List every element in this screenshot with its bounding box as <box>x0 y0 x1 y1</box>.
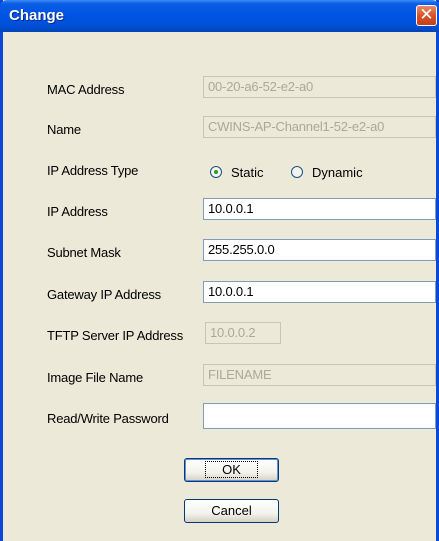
ok-button[interactable]: OK <box>184 458 279 482</box>
read-write-password-input[interactable] <box>203 403 436 429</box>
read-write-password-label: Read/Write Password <box>47 411 169 426</box>
title-bar[interactable]: Change ✕ <box>0 0 439 32</box>
subnet-mask-input[interactable]: 255.255.0.0 <box>203 239 436 261</box>
ip-address-label: IP Address <box>47 204 108 219</box>
gateway-ip-input[interactable]: 10.0.0.1 <box>203 281 436 303</box>
tftp-server-ip-field: 10.0.0.2 <box>205 322 281 344</box>
image-file-name-field: FILENAME <box>203 364 436 386</box>
static-radio-option[interactable]: Static <box>210 164 264 180</box>
change-dialog: Change ✕ MAC Address 00-20-a6-52-e2-a0 N… <box>0 0 439 541</box>
subnet-mask-label: Subnet Mask <box>47 245 121 260</box>
close-icon: ✕ <box>419 5 434 25</box>
dynamic-radio-label[interactable]: Dynamic <box>312 165 363 180</box>
static-radio-label[interactable]: Static <box>231 165 264 180</box>
ok-button-label: OK <box>205 461 258 478</box>
dynamic-radio[interactable] <box>291 166 303 178</box>
mac-address-label: MAC Address <box>47 82 125 97</box>
cancel-button-label: Cancel <box>211 503 252 518</box>
close-button[interactable]: ✕ <box>416 5 437 26</box>
image-file-name-label: Image File Name <box>47 370 143 385</box>
name-field: CWINS-AP-Channel1-52-e2-a0 <box>203 116 436 138</box>
mac-address-field: 00-20-a6-52-e2-a0 <box>203 76 436 98</box>
static-radio[interactable] <box>210 166 222 178</box>
dynamic-radio-option[interactable]: Dynamic <box>291 164 363 180</box>
name-label: Name <box>47 122 81 137</box>
tftp-server-ip-label: TFTP Server IP Address <box>47 328 184 343</box>
ip-address-input[interactable]: 10.0.0.1 <box>203 198 436 220</box>
ip-address-type-label: IP Address Type <box>47 163 139 178</box>
window-title: Change <box>9 7 65 24</box>
gateway-ip-label: Gateway IP Address <box>47 287 161 302</box>
cancel-button[interactable]: Cancel <box>184 499 279 523</box>
